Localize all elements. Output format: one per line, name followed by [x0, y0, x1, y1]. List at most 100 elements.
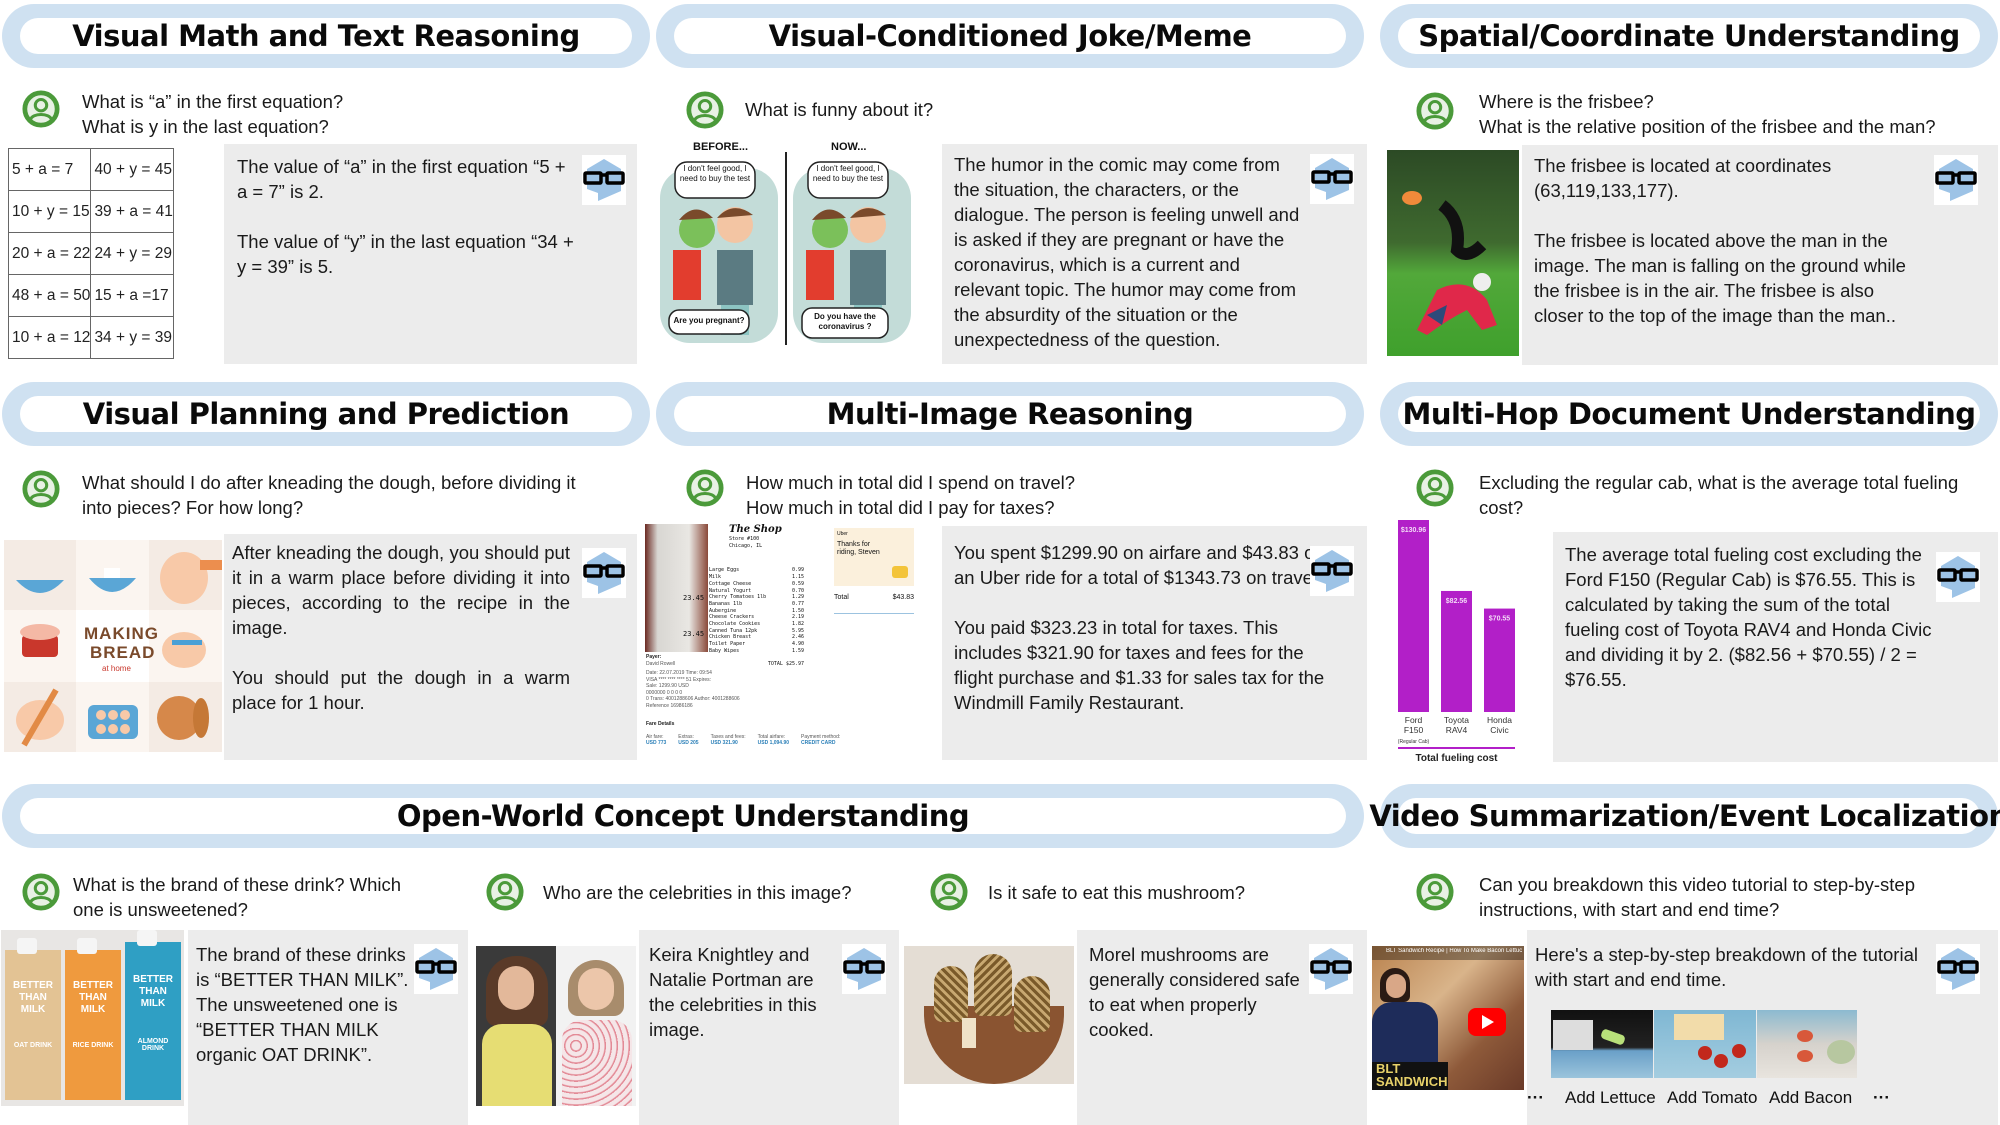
panel-title: Visual Planning and Prediction	[82, 397, 570, 431]
category-tick-label: Toyota	[1444, 715, 1469, 725]
shop-item-price: 1.50	[791, 607, 804, 614]
shop-item-name: Large Eggs	[709, 567, 740, 574]
answer-paragraph: After kneading the dough, you should put…	[232, 542, 570, 638]
comic-speech: I don't feel good, I need to buy the tes…	[679, 164, 751, 183]
shop-item-row: Chicken Breast 2.46	[709, 634, 804, 641]
video-frame-tomato	[1654, 1010, 1756, 1078]
carton-brand: BETTER THAN MILK	[73, 980, 113, 1015]
taxi-icon	[892, 566, 908, 578]
panel-title: Video Summarization/Event Localization	[1369, 799, 2000, 833]
shop-name: The Shop	[729, 524, 782, 535]
assistant-bot-icon	[1936, 552, 1980, 602]
fueling-cost-chart: $130.96 Ford F150 (Regular Cab) $82.56 Toyota…	[1390, 516, 1540, 764]
table-row: 10 + y = 15 39 + a = 41	[7, 190, 174, 233]
assistant-answer: You spent $1299.90 on airfare and $43.83…	[942, 526, 1367, 760]
equation-cell: 39 + a = 41	[90, 190, 174, 233]
question-line: into pieces? For how long?	[82, 497, 304, 518]
shop-store: Store #100	[729, 536, 760, 542]
question-line: Excluding the regular cab, what is the a…	[1479, 472, 1959, 493]
fare-value: CREDIT CARD	[801, 740, 836, 746]
video-thumbnail[interactable]: BLT Sandwich Recipe | How To Make Bacon …	[1372, 946, 1524, 1090]
shop-item-name: Cottage Cheese	[709, 580, 752, 587]
answer-paragraph: Keira Knightley and Natalie Portman are …	[649, 944, 817, 1040]
shop-item-name: Cheese Crackers	[709, 614, 755, 621]
shop-item-row: Large Eggs 0.99	[709, 567, 804, 574]
user-question: What is funny about it?	[745, 97, 1245, 122]
youtube-play-button[interactable]	[1468, 1008, 1506, 1036]
panel-title: Multi-Image Reasoning	[826, 397, 1194, 431]
shop-item-name: Bananas 1lb	[709, 600, 743, 607]
user-avatar-icon	[22, 470, 60, 508]
fare-row: Air fare: USD 773 Extras: USD 205 Taxes and …	[646, 734, 926, 747]
morel-mushroom	[974, 954, 1012, 1016]
shop-item-row: Cheese Crackers 2.19	[709, 614, 804, 621]
answer-paragraph: The frisbee is located at coordinates (6…	[1534, 155, 1832, 201]
carton-label: OAT DRINK	[13, 1042, 53, 1049]
poster-title: MAKING	[84, 624, 159, 643]
table-row: 5 + a = 7 40 + y = 45	[7, 148, 174, 191]
video-title-bar: BLT Sandwich Recipe | How To Make Bacon …	[1372, 946, 1524, 960]
question-line: What should I do after kneading the doug…	[82, 472, 576, 493]
video-frame-lettuce	[1551, 1010, 1653, 1078]
uber-total-label: Total	[834, 594, 849, 601]
fare-value: USD 1,094.90	[757, 740, 790, 746]
frisbee-photo	[1387, 150, 1519, 356]
fare-details-label: Fare Details	[646, 721, 675, 727]
user-question: Is it safe to eat this mushroom?	[988, 882, 1246, 903]
answer-paragraph: The value of “a” in the first equation “…	[237, 156, 566, 202]
bar-value-label: $70.55	[1489, 616, 1511, 623]
ellipsis-right: ···	[1873, 1088, 1890, 1107]
assistant-answer: The value of “a” in the first equation “…	[224, 144, 637, 364]
equation-cell: 40 + y = 45	[90, 148, 174, 191]
assistant-answer: After kneading the dough, you should put…	[224, 534, 637, 760]
assistant-bot-icon	[582, 548, 626, 598]
shop-item-name: Cherry Tomatoes 1lb	[709, 594, 767, 601]
shop-item-row: Aubergine 1.50	[709, 608, 804, 615]
carton-rice	[65, 950, 121, 1100]
shop-item-row: Cottage Cheese 0.59	[709, 581, 804, 588]
bar-value-label: $82.56	[1446, 598, 1468, 605]
shop-item-price: 1.29	[791, 594, 804, 601]
shop-item-price: 4.90	[791, 641, 804, 648]
fare-value: USD 205	[678, 740, 699, 746]
uber-total: $43.83	[892, 594, 914, 601]
assistant-answer: The brand of these drinks is “BETTER THA…	[188, 930, 468, 1125]
answer-paragraph: You spent $1299.90 on airfare and $43.83…	[954, 542, 1325, 588]
morel-mushroom	[1014, 976, 1050, 1032]
shop-item-name: Canned Tuna 12pk	[709, 627, 758, 634]
shop-item-name: Milk	[709, 574, 722, 581]
payer-name: David Rowell	[646, 660, 676, 667]
question-line: What is funny about it?	[745, 99, 934, 120]
panel-header-video: Video Summarization/Event Localization	[1369, 784, 2000, 848]
comic-reply-coronavirus: Do you have the coronavirus ?	[814, 312, 876, 331]
table-row: 48 + a = 50 15 + a =17	[7, 274, 174, 317]
bar	[1398, 520, 1429, 712]
bread-recipe-poster: MAKING BREAD at home	[4, 540, 222, 752]
equation-cell: 34 + y = 39	[90, 316, 174, 359]
equation-cell: 5 + a = 7	[7, 148, 92, 191]
answer-paragraph: Morel mushrooms are generally considered…	[1089, 944, 1300, 1040]
category-tick-label: (Regular Cab)	[1398, 739, 1430, 745]
assistant-bot-icon	[1309, 944, 1353, 994]
user-question: Excluding the regular cab, what is the a…	[1479, 470, 1999, 520]
assistant-bot-icon	[1934, 155, 1978, 205]
user-avatar-icon	[1416, 92, 1454, 130]
question-line: Where is the frisbee?	[1479, 91, 1654, 112]
step-label-tomato: Add Tomato	[1667, 1088, 1758, 1107]
assistant-answer: Here's a step-by-step breakdown of the t…	[1527, 930, 1998, 1125]
answer-paragraph: You paid $323.23 in total for taxes. Thi…	[954, 617, 1325, 713]
category-tick-label: Honda	[1487, 715, 1512, 725]
question-line: How much in total did I pay for taxes?	[746, 497, 1055, 518]
mushroom-photo	[904, 946, 1074, 1084]
fare-item: Payment method: CREDIT CARD	[801, 734, 840, 747]
question-line: What is “a” in the first equation?	[82, 91, 344, 112]
assistant-bot-icon	[1310, 546, 1354, 596]
fare-value: USD 321.90	[710, 740, 738, 746]
comic-reply-pregnant: Are you pregnant?	[673, 316, 745, 325]
equation-table: 5 + a = 7 40 + y = 45 10 + y = 15 39 + a =…	[7, 148, 174, 359]
question-line: How much in total did I spend on travel?	[746, 472, 1076, 493]
uber-receipt: Uber Thanks for riding, Steven Total $43…	[834, 528, 914, 658]
question-line: Can you breakdown this video tutorial to…	[1479, 874, 1916, 895]
milk-cartons-photo: BETTER THAN MILK BETTER THAN MILK BETTER…	[1, 930, 184, 1106]
celebrities-photo	[476, 946, 636, 1106]
